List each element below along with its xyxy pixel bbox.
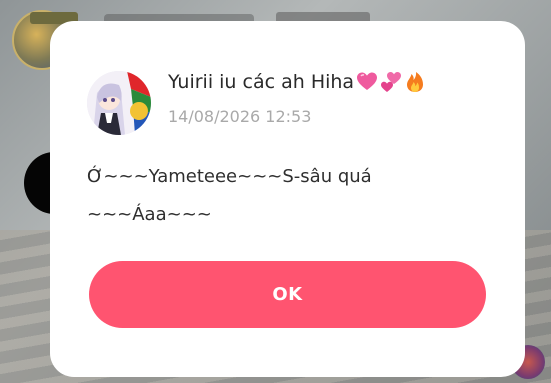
two-hearts-icon bbox=[380, 71, 402, 93]
avatar[interactable] bbox=[87, 71, 151, 135]
author-name: Yuirii iu các ah Hiha bbox=[168, 71, 355, 93]
message-dialog: Yuirii iu các ah Hiha 14/08/2026 12:53 Ớ… bbox=[50, 21, 525, 377]
pink-heart-icon bbox=[356, 71, 378, 93]
message-body: Ớ~~~Yameteee~~~S-sâu quá ~~~Áaa~~~ bbox=[87, 158, 487, 234]
fire-icon bbox=[404, 71, 426, 93]
screen: Yuirii iu các ah Hiha 14/08/2026 12:53 Ớ… bbox=[0, 0, 551, 383]
message-line: ~~~Áaa~~~ bbox=[87, 204, 212, 225]
message-line: Ớ~~~Yameteee~~~S-sâu quá bbox=[87, 166, 372, 187]
timestamp: 14/08/2026 12:53 bbox=[168, 107, 312, 126]
author-row: Yuirii iu các ah Hiha bbox=[168, 71, 426, 93]
ok-button[interactable]: OK bbox=[89, 261, 486, 328]
avatar-image bbox=[87, 71, 151, 135]
